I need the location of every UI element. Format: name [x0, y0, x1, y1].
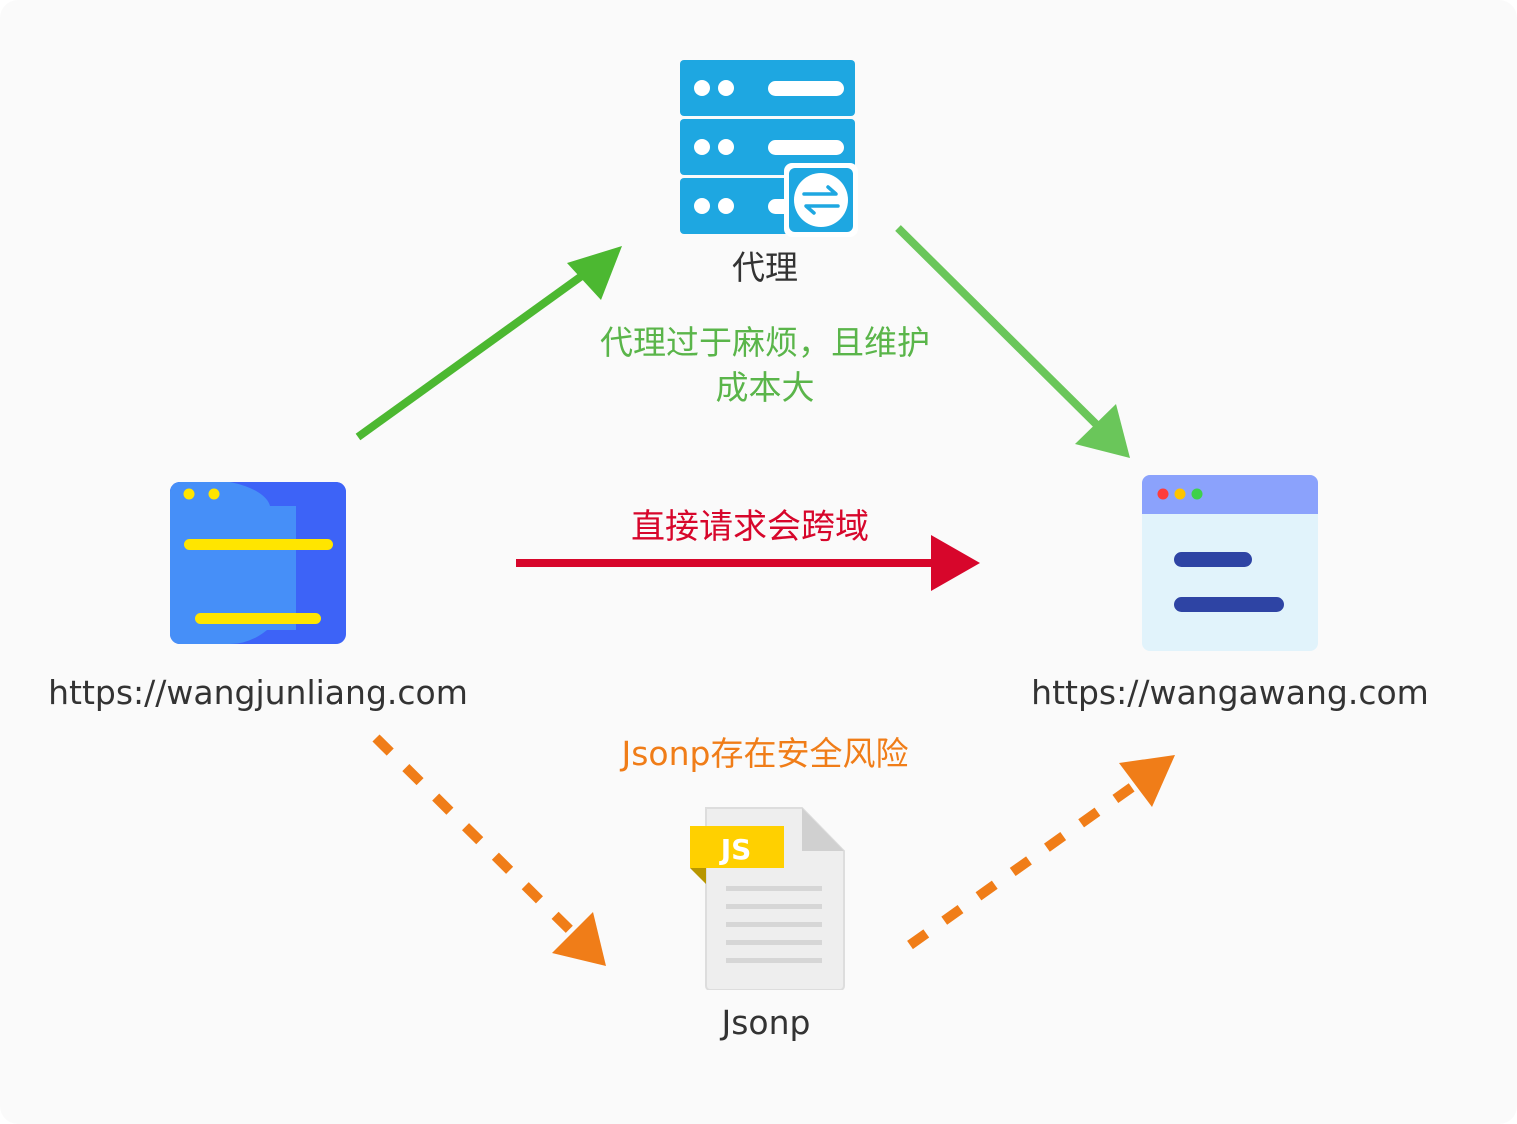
- proxy-note: 代理过于麻烦，且维护成本大: [600, 323, 930, 407]
- proxy-label: 代理: [732, 248, 798, 287]
- source-origin-label: https://wangjunliang.com: [48, 673, 468, 712]
- browser-window-icon: [170, 482, 346, 644]
- jsonp-note: Jsonp存在安全风险: [621, 734, 909, 773]
- arrow-source-to-proxy: [355, 246, 622, 441]
- jsonp-label: Jsonp: [721, 1003, 811, 1042]
- js-file-icon: JS: [688, 806, 846, 991]
- server-exchange-icon: [678, 60, 860, 238]
- diagram-canvas: JS 代理 https://wangjunliang.com https://w…: [0, 0, 1517, 1124]
- arrow-source-to-jsonp: [372, 734, 606, 966]
- target-origin-label: https://wangawang.com: [1031, 673, 1429, 712]
- browser-window-icon: [1142, 475, 1318, 651]
- js-badge-text: JS: [719, 833, 752, 866]
- arrow-proxy-to-target: [895, 225, 1130, 458]
- direct-request-note: 直接请求会跨域: [631, 507, 869, 547]
- arrow-jsonp-to-target: [907, 755, 1175, 950]
